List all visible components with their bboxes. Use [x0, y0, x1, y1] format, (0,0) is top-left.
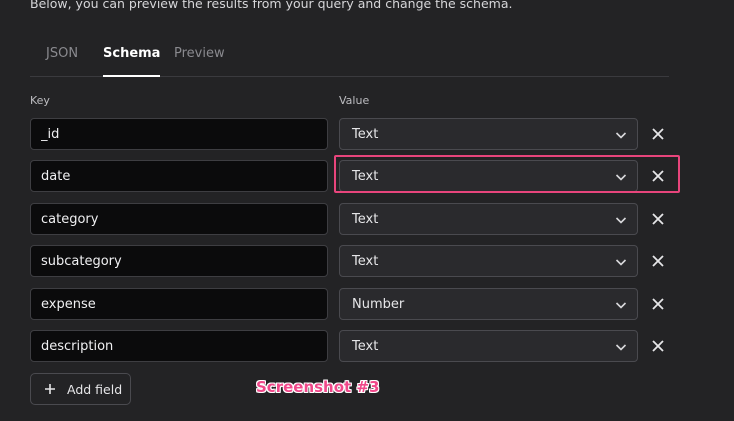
- field-row: Text: [0, 330, 734, 362]
- add-field-label: Add field: [67, 382, 123, 397]
- close-icon[interactable]: [650, 296, 666, 312]
- chevron-down-icon: [615, 344, 627, 351]
- field-key-input[interactable]: [30, 245, 328, 277]
- tab-bar: JSON Schema Preview: [30, 0, 669, 77]
- schema-editor: JSON Schema Preview Below, you can previ…: [0, 0, 734, 421]
- field-key-input[interactable]: [30, 288, 328, 320]
- field-key-input[interactable]: [30, 203, 328, 235]
- field-type-value: Number: [352, 297, 405, 312]
- field-type-value: Text: [352, 339, 379, 354]
- highlight-box: [334, 155, 680, 193]
- close-icon[interactable]: [650, 211, 666, 227]
- field-key-input[interactable]: [30, 160, 328, 192]
- field-row: Text: [0, 203, 734, 235]
- field-type-select[interactable]: Number: [339, 288, 638, 320]
- chevron-down-icon: [615, 259, 627, 266]
- field-key-input[interactable]: [30, 118, 328, 150]
- field-type-value: Text: [352, 254, 379, 269]
- screenshot-annotation: Screenshot #3: [256, 378, 380, 396]
- field-row: Number: [0, 288, 734, 320]
- field-key-input[interactable]: [30, 330, 328, 362]
- field-type-select[interactable]: Text: [339, 118, 638, 150]
- field-type-value: Text: [352, 212, 379, 227]
- field-type-select[interactable]: Text: [339, 245, 638, 277]
- close-icon[interactable]: [650, 126, 666, 142]
- field-type-select[interactable]: Text: [339, 203, 638, 235]
- key-column-label: Key: [30, 94, 50, 107]
- tab-preview[interactable]: Preview: [174, 46, 225, 61]
- chevron-down-icon: [615, 132, 627, 139]
- chevron-down-icon: [615, 217, 627, 224]
- value-column-label: Value: [339, 94, 370, 107]
- add-field-button[interactable]: Add field: [30, 373, 131, 405]
- field-type-value: Text: [352, 127, 379, 142]
- chevron-down-icon: [615, 302, 627, 309]
- close-icon[interactable]: [650, 338, 666, 354]
- tab-schema[interactable]: Schema: [103, 46, 161, 77]
- intro-text: Below, you can preview the results from …: [30, 0, 513, 11]
- field-type-select[interactable]: Text: [339, 330, 638, 362]
- field-row: Text: [0, 118, 734, 150]
- tab-json[interactable]: JSON: [46, 46, 78, 61]
- plus-icon: [45, 384, 55, 394]
- close-icon[interactable]: [650, 253, 666, 269]
- field-row: Text: [0, 245, 734, 277]
